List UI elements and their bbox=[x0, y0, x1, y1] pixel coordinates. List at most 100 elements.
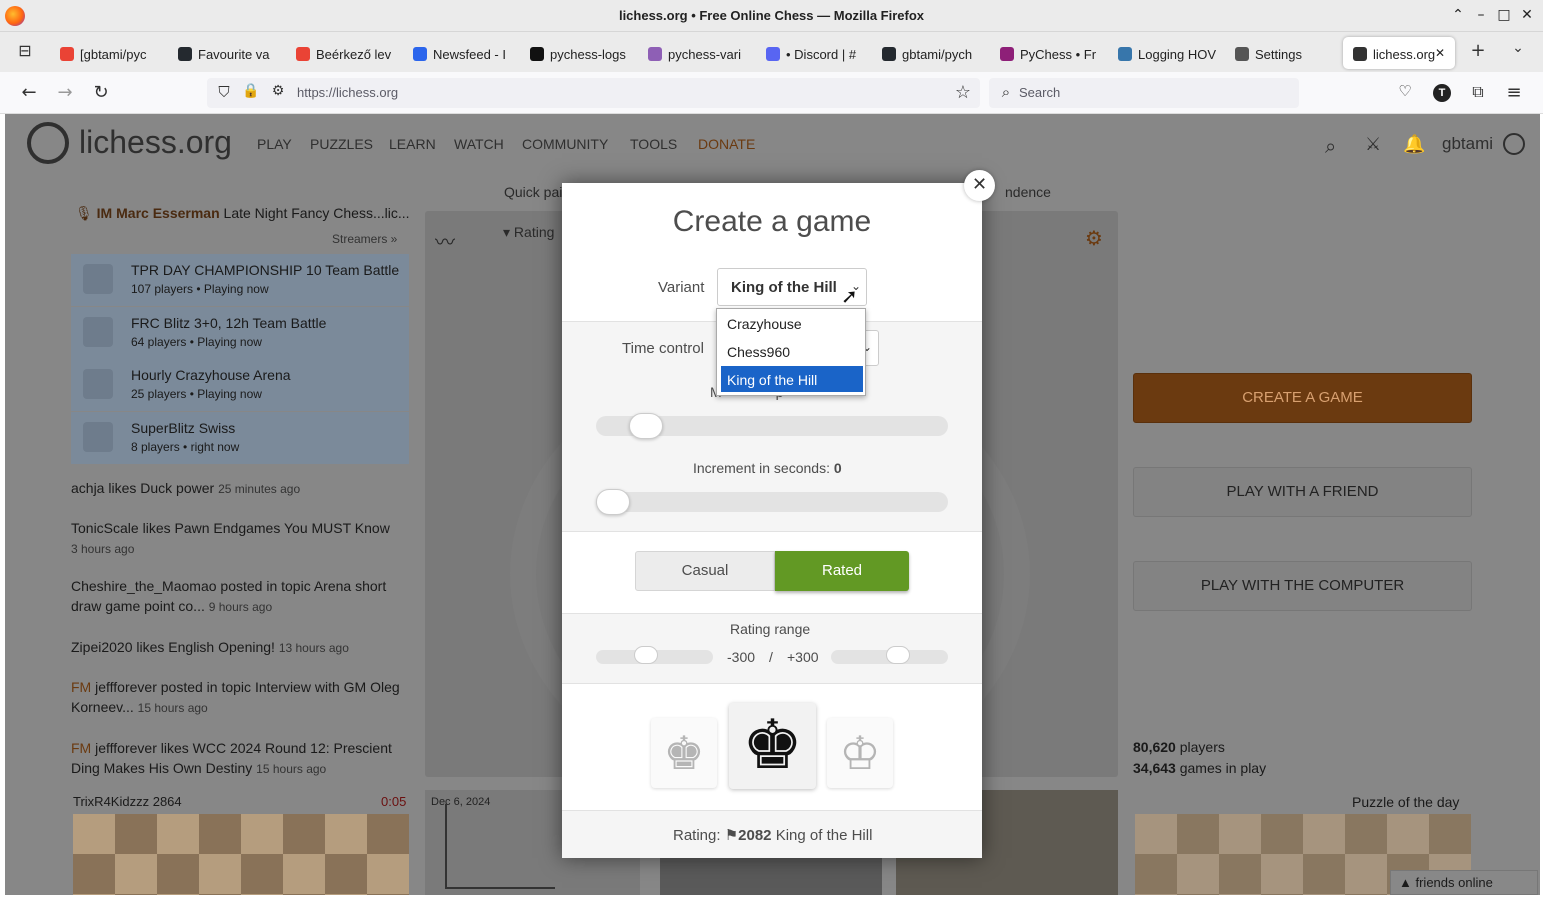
site-search-icon[interactable]: ⌕ bbox=[1325, 134, 1336, 158]
minutes-slider-handle[interactable] bbox=[629, 413, 663, 439]
app-menu-icon[interactable]: ≡ bbox=[1503, 82, 1525, 103]
create-game-button[interactable]: CREATE A GAME bbox=[1133, 373, 1472, 423]
close-tab-icon[interactable]: ✕ bbox=[1435, 46, 1445, 60]
bookmark-star-icon[interactable]: ☆ bbox=[952, 82, 974, 103]
lock-icon[interactable]: 🔒 bbox=[240, 83, 262, 99]
board-square bbox=[1261, 814, 1303, 854]
timeline-entry[interactable]: achja likes Duck power 25 minutes ago bbox=[71, 478, 411, 499]
maximize-icon[interactable]: □ bbox=[1495, 7, 1513, 23]
tv-player[interactable]: TrixR4Kidzzz 2864 bbox=[73, 794, 182, 809]
play-with-friend-button[interactable]: PLAY WITH A FRIEND bbox=[1133, 467, 1472, 517]
menu-tools[interactable]: TOOLS bbox=[630, 136, 677, 152]
menu-puzzles[interactable]: PUZZLES bbox=[310, 136, 373, 152]
players-count: 80,620 players bbox=[1133, 739, 1225, 755]
minutes-slider[interactable] bbox=[596, 413, 948, 439]
extensions-icon[interactable]: ⧉ bbox=[1467, 82, 1489, 102]
tab-overview-icon[interactable]: ⊟ bbox=[14, 41, 36, 60]
minimize-caret-icon[interactable]: ⌃ bbox=[1449, 7, 1467, 23]
increment-slider-handle[interactable] bbox=[596, 489, 630, 515]
timeline-entry[interactable]: Zipei2020 likes English Opening! 13 hour… bbox=[71, 637, 411, 658]
rating-min-slider[interactable] bbox=[596, 646, 713, 664]
streamer-line[interactable]: 🎙 IM Marc Esserman Late Night Fancy Ches… bbox=[75, 205, 415, 222]
casual-button[interactable]: Casual bbox=[635, 551, 775, 591]
rated-button[interactable]: Rated bbox=[775, 551, 909, 591]
black-king-icon[interactable]: ♚ bbox=[651, 718, 717, 788]
rating-sort-header[interactable]: ▾ Rating bbox=[503, 224, 554, 241]
user-menu[interactable]: gbtami bbox=[1442, 134, 1493, 154]
rating-max-handle[interactable] bbox=[886, 646, 910, 664]
rating-max-slider[interactable] bbox=[831, 646, 948, 664]
browser-tab[interactable]: lichess.org ✕ bbox=[1343, 37, 1455, 69]
random-color-king-icon[interactable]: ♚ bbox=[729, 703, 816, 789]
tab-favicon-icon bbox=[648, 47, 662, 61]
search-box[interactable]: ⌕ Search bbox=[989, 78, 1299, 108]
pocket-icon[interactable]: ♡ bbox=[1394, 82, 1416, 100]
variant-option-chess960[interactable]: Chess960 bbox=[721, 338, 863, 364]
list-all-tabs-icon[interactable]: ⌄ bbox=[1507, 40, 1529, 56]
tournament-item[interactable]: FRC Blitz 3+0, 12h Team Battle 64 players… bbox=[71, 307, 409, 359]
browser-tab[interactable]: Newsfeed - I bbox=[413, 37, 521, 69]
menu-donate[interactable]: DONATE bbox=[698, 136, 755, 152]
board-square bbox=[367, 854, 409, 894]
board-square bbox=[1345, 854, 1387, 894]
lobby-tab-quick-pairing[interactable]: Quick pai bbox=[504, 184, 562, 200]
menu-play[interactable]: PLAY bbox=[257, 136, 292, 152]
streamers-link[interactable]: Streamers » bbox=[332, 232, 397, 246]
user-avatar-icon[interactable] bbox=[1503, 133, 1525, 155]
chart-icon[interactable]: 〰 bbox=[435, 226, 455, 255]
timeline-entry[interactable]: Cheshire_the_Maomao posted in topic Aren… bbox=[71, 576, 411, 617]
timeline-entry[interactable]: FM jeffforever posted in topic Interview… bbox=[71, 677, 411, 718]
browser-tab[interactable]: pychess-vari bbox=[648, 37, 756, 69]
menu-learn[interactable]: LEARN bbox=[389, 136, 436, 152]
menu-watch[interactable]: WATCH bbox=[454, 136, 504, 152]
white-king-icon[interactable]: ♔ bbox=[827, 718, 893, 788]
minimize-icon[interactable]: – bbox=[1472, 7, 1490, 23]
friends-online-toggle[interactable]: ▲ friends online bbox=[1390, 870, 1538, 895]
browser-tab[interactable]: Settings bbox=[1235, 37, 1325, 69]
reload-icon[interactable]: ↻ bbox=[90, 82, 112, 103]
site-logo-text[interactable]: lichess.org bbox=[79, 124, 232, 161]
rating-min-handle[interactable] bbox=[634, 646, 658, 664]
tab-label: Favourite va bbox=[198, 47, 270, 62]
settings-gear-icon[interactable]: ⚙ bbox=[1085, 226, 1103, 250]
challenges-icon[interactable]: ⚔ bbox=[1365, 134, 1381, 155]
profile-avatar-icon[interactable]: T bbox=[1433, 84, 1451, 102]
notifications-bell-icon[interactable]: 🔔 bbox=[1403, 134, 1425, 155]
lichess-logo-icon[interactable] bbox=[27, 122, 69, 164]
browser-tab[interactable]: Logging HOV bbox=[1118, 37, 1226, 69]
forward-icon[interactable]: → bbox=[54, 82, 76, 103]
timeline-entry[interactable]: TonicScale likes Pawn Endgames You MUST … bbox=[71, 518, 411, 559]
tab-label: lichess.org bbox=[1373, 47, 1436, 62]
url-text[interactable]: https://lichess.org bbox=[297, 85, 398, 100]
close-window-icon[interactable]: ✕ bbox=[1518, 7, 1536, 23]
tracking-shield-icon[interactable]: ⛉ bbox=[213, 83, 235, 101]
tab-favicon-icon bbox=[766, 47, 780, 61]
browser-tab[interactable]: pychess-logs bbox=[530, 37, 638, 69]
timeline-entry[interactable]: FM jeffforever likes WCC 2024 Round 12: … bbox=[71, 738, 411, 779]
permissions-icon[interactable]: ⚙ bbox=[267, 83, 289, 99]
tournament-item[interactable]: TPR DAY CHAMPIONSHIP 10 Team Battle 107 p… bbox=[71, 254, 409, 306]
search-placeholder[interactable]: Search bbox=[1019, 85, 1060, 100]
menu-community[interactable]: COMMUNITY bbox=[522, 136, 608, 152]
lobby-tab-correspondence[interactable]: ndence bbox=[1005, 184, 1051, 200]
tv-board[interactable] bbox=[73, 814, 410, 895]
tournament-item[interactable]: SuperBlitz Swiss 8 players • right now bbox=[71, 412, 409, 464]
play-with-computer-button[interactable]: PLAY WITH THE COMPUTER bbox=[1133, 561, 1472, 611]
url-bar[interactable]: ⛉ 🔒 ⚙ https://lichess.org ☆ bbox=[207, 78, 980, 108]
new-tab-icon[interactable]: + bbox=[1467, 40, 1489, 61]
rating-max-value: +300 bbox=[787, 649, 819, 665]
back-icon[interactable]: ← bbox=[18, 82, 40, 103]
close-modal-icon[interactable]: ✕ bbox=[964, 170, 995, 201]
variant-option-crazyhouse[interactable]: Crazyhouse bbox=[721, 310, 863, 336]
browser-tab[interactable]: • Discord | # bbox=[766, 37, 874, 69]
browser-tab[interactable]: [gbtami/pyc bbox=[60, 37, 168, 69]
tab-favicon-icon bbox=[530, 47, 544, 61]
tournament-item[interactable]: Hourly Crazyhouse Arena 25 players • Play… bbox=[71, 359, 409, 411]
variant-option-king-of-the-hill[interactable]: King of the Hill bbox=[721, 366, 863, 392]
browser-tab[interactable]: PyChess • Fr bbox=[1000, 37, 1108, 69]
browser-tab[interactable]: Favourite va bbox=[178, 37, 286, 69]
increment-slider[interactable] bbox=[596, 489, 948, 515]
board-square bbox=[157, 854, 199, 894]
browser-tab[interactable]: Beérkező lev bbox=[296, 37, 404, 69]
browser-tab[interactable]: gbtami/pych bbox=[882, 37, 990, 69]
